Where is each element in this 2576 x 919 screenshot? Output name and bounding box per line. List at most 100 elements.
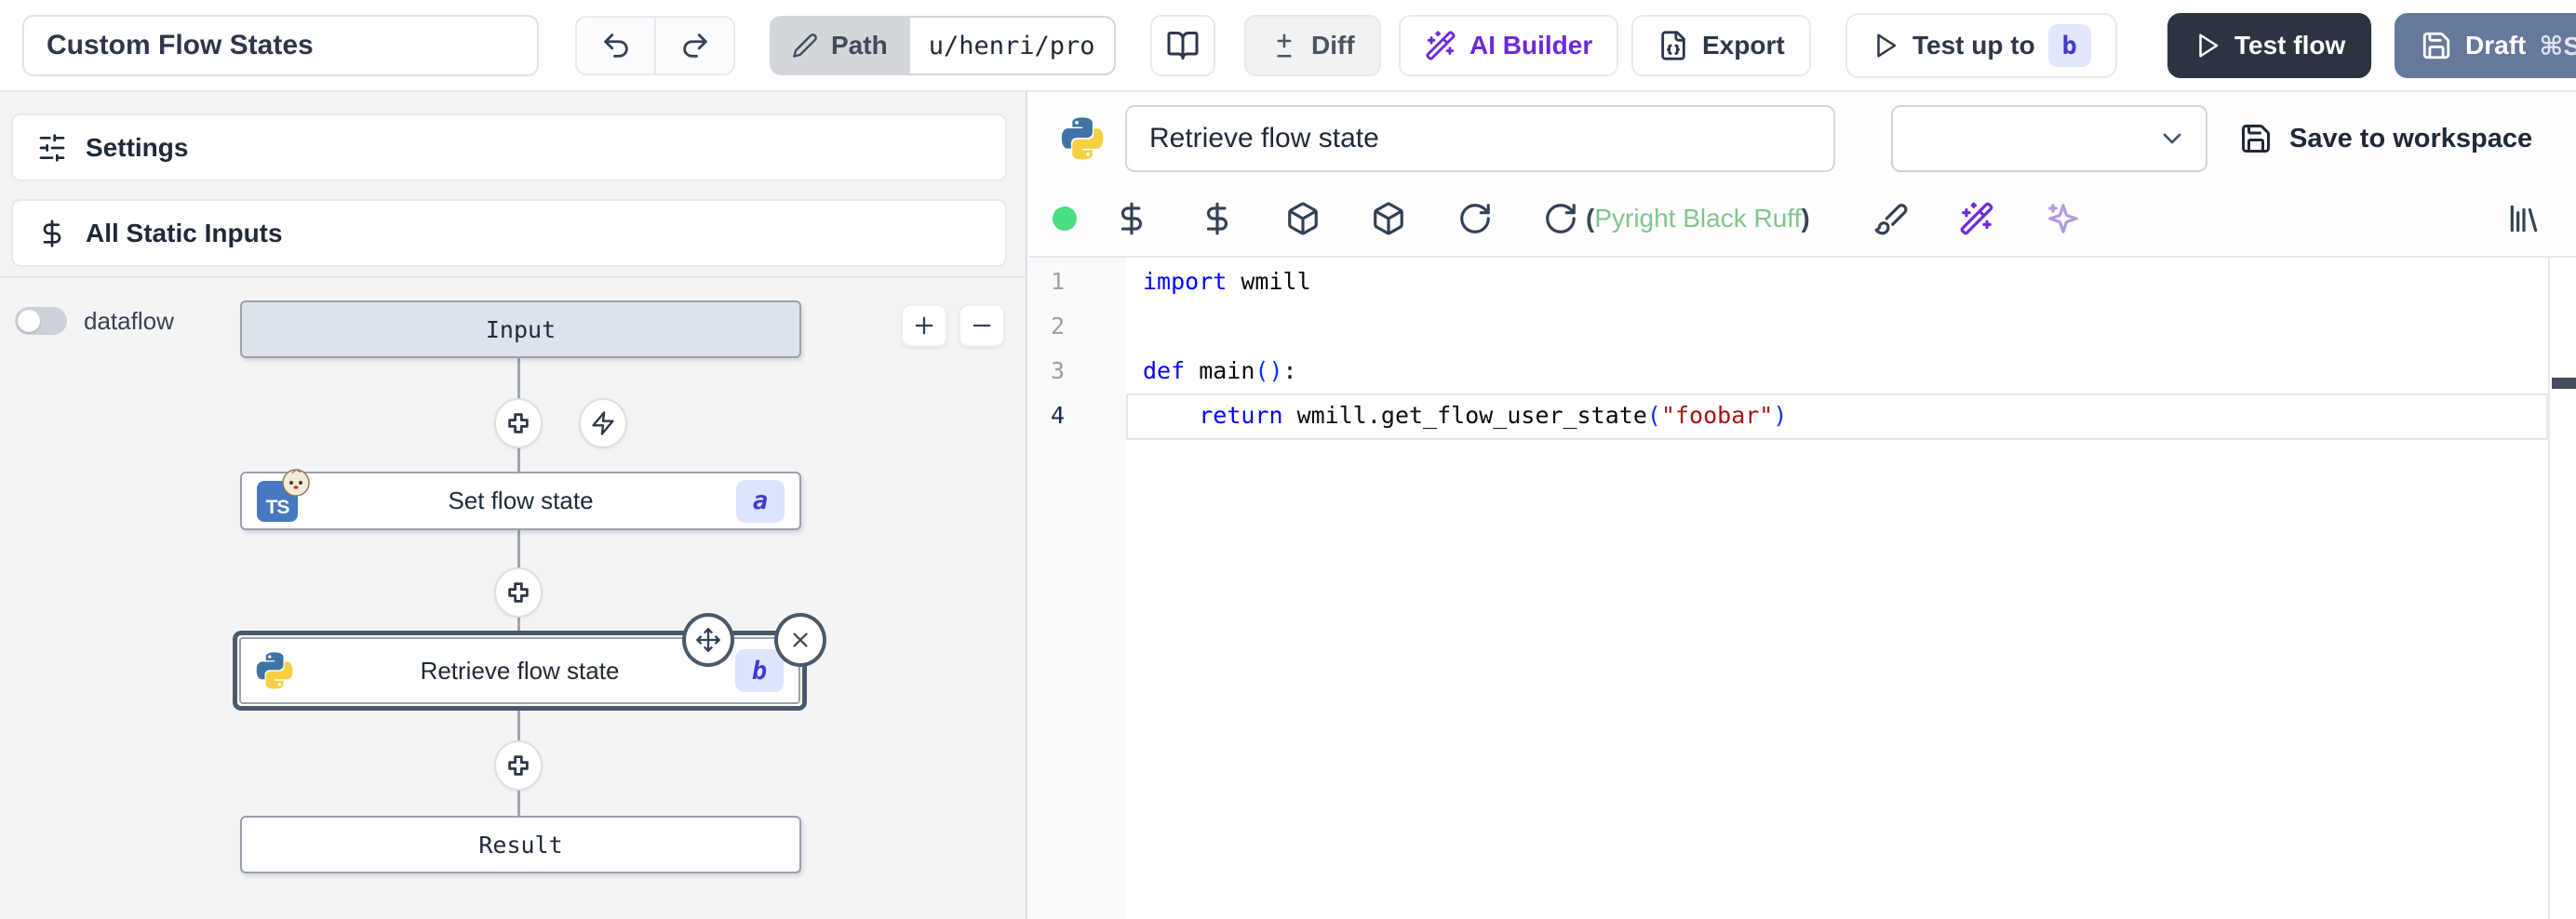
input-node-label: Input <box>486 316 556 343</box>
sliders-icon <box>37 133 67 163</box>
play-icon <box>1872 32 1899 60</box>
all-static-inputs-button[interactable]: All Static Inputs <box>11 199 1007 267</box>
plus-icon <box>911 313 937 339</box>
package-button[interactable] <box>1370 200 1407 237</box>
delete-step-button[interactable] <box>774 613 826 667</box>
flow-title-input[interactable] <box>22 15 539 76</box>
draft-shortcut: ⌘S <box>2539 31 2576 61</box>
plus-icon <box>504 579 532 606</box>
diff-button[interactable]: Diff <box>1244 15 1381 76</box>
file-code-icon <box>1657 30 1689 61</box>
settings-button[interactable]: Settings <box>11 113 1007 181</box>
python-icon <box>1061 117 1104 160</box>
code-editor[interactable]: 1234 import wmill def main(): return wmi… <box>1029 258 2576 919</box>
zoom-out-button[interactable] <box>959 304 1005 347</box>
reload-button[interactable] <box>1456 200 1494 237</box>
close-icon <box>788 628 812 652</box>
docs-button[interactable] <box>1150 15 1215 76</box>
dataflow-toggle-label: dataflow <box>84 307 174 335</box>
ai-sparkles-button[interactable] <box>2045 200 2082 237</box>
code-lines: import wmill def main(): return wmill.ge… <box>1143 260 1787 438</box>
wand-sparkles-icon <box>1959 201 1994 236</box>
overview-ruler[interactable] <box>2548 258 2550 919</box>
test-flow-label: Test flow <box>2234 31 2345 60</box>
overview-ruler-cursor <box>2552 378 2576 389</box>
path-value[interactable]: u/henri/pro <box>910 16 1116 75</box>
add-step-button[interactable] <box>494 740 543 791</box>
format-button[interactable] <box>1872 200 1910 237</box>
panel-divider <box>0 276 1026 278</box>
export-label: Export <box>1702 31 1785 60</box>
library-button[interactable] <box>2505 200 2542 237</box>
flow-graph-panel: Settings All Static Inputs dataflow Inpu… <box>0 92 1027 919</box>
step-node-label: Set flow state <box>242 486 799 515</box>
editor-toolbar: (Pyright Black Ruff) <box>1029 183 2576 256</box>
dollar-icon <box>37 219 67 248</box>
ai-edit-button[interactable] <box>1958 200 1995 237</box>
step-name-input[interactable] <box>1125 105 1835 172</box>
add-trigger-button[interactable] <box>579 398 627 448</box>
diff-label: Diff <box>1311 31 1355 60</box>
pencil-icon <box>792 33 818 59</box>
zoom-in-button[interactable] <box>901 304 947 347</box>
plus-icon <box>504 409 532 437</box>
move-step-button[interactable] <box>682 613 734 667</box>
save-to-workspace-button[interactable]: Save to workspace <box>2239 105 2532 172</box>
add-step-button[interactable] <box>494 398 543 448</box>
draft-label: Draft <box>2465 31 2526 60</box>
step-id-badge: a <box>736 480 785 523</box>
windmill-flow-editor: Path u/henri/pro Diff AI Builder Export … <box>0 0 2576 919</box>
caption-text: Pyright Black Ruff <box>1594 204 1801 233</box>
save-draft-button[interactable]: Draft ⌘S <box>2395 13 2576 78</box>
save-icon <box>2239 122 2273 155</box>
zap-icon <box>590 410 616 436</box>
save-icon <box>2421 30 2452 61</box>
redo-icon <box>679 30 711 61</box>
result-node-label: Result <box>478 832 562 859</box>
undo-icon <box>600 30 632 61</box>
export-button[interactable]: Export <box>1631 15 1811 76</box>
workspace-script-select[interactable] <box>1891 105 2207 172</box>
undo-button[interactable] <box>577 18 656 73</box>
ai-builder-label: AI Builder <box>1469 31 1592 60</box>
dollar-icon <box>1114 201 1149 236</box>
caption-close-paren: ) <box>1801 204 1809 233</box>
plus-icon <box>504 752 532 779</box>
input-node[interactable]: Input <box>240 300 801 358</box>
reload-button[interactable] <box>1542 200 1579 237</box>
dataflow-toggle[interactable] <box>15 307 67 335</box>
gutter-line-numbers: 1234 <box>1029 260 1065 438</box>
resources-button[interactable] <box>1199 200 1236 237</box>
move-icon <box>695 627 721 653</box>
path-setting: Path u/henri/pro <box>770 16 1116 75</box>
ai-builder-button[interactable]: AI Builder <box>1399 15 1618 76</box>
library-icon <box>2506 201 2542 236</box>
undo-redo-group <box>575 16 735 75</box>
caption-open-paren: ( <box>1586 204 1594 233</box>
test-up-to-step-badge: b <box>2048 24 2091 67</box>
sparkles-icon <box>2046 201 2081 236</box>
wand-sparkles-icon <box>1425 30 1456 61</box>
all-static-inputs-label: All Static Inputs <box>86 219 283 248</box>
path-button[interactable]: Path <box>770 16 910 75</box>
settings-label: Settings <box>86 133 188 163</box>
play-icon <box>2194 32 2221 60</box>
toggle-knob <box>18 310 40 332</box>
test-up-to-button[interactable]: Test up to b <box>1845 13 2117 78</box>
redo-button[interactable] <box>656 18 733 73</box>
save-to-workspace-label: Save to workspace <box>2289 124 2532 154</box>
step-node-set-flow-state[interactable]: TS Set flow state a <box>240 472 801 530</box>
top-toolbar: Path u/henri/pro Diff AI Builder Export … <box>0 0 2576 92</box>
variables-button[interactable] <box>1113 200 1150 237</box>
brush-icon <box>1873 201 1909 236</box>
result-node[interactable]: Result <box>240 816 801 873</box>
add-step-button[interactable] <box>494 567 543 618</box>
test-up-to-label: Test up to <box>1912 31 2035 60</box>
dollar-icon <box>1200 201 1235 236</box>
package-button[interactable] <box>1284 200 1322 237</box>
lint-tools-caption: (Pyright Black Ruff) <box>1586 200 1810 237</box>
minus-icon <box>969 313 995 339</box>
test-flow-button[interactable]: Test flow <box>2167 13 2371 78</box>
chevron-down-icon <box>2157 124 2187 153</box>
step-id-badge: b <box>735 649 784 692</box>
